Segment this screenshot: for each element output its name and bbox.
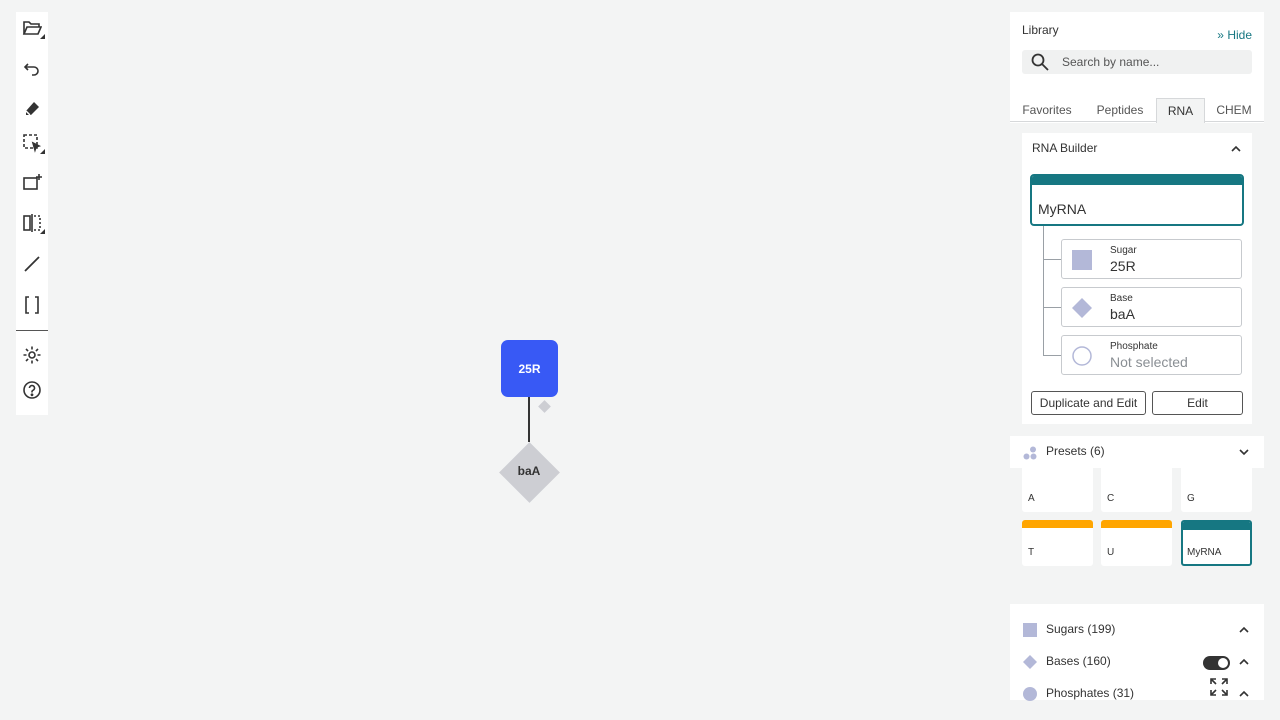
select-icon[interactable] xyxy=(16,127,48,159)
canvas-base-label: baA xyxy=(517,464,541,478)
preset-name: T xyxy=(1028,547,1035,558)
base-diamond-icon xyxy=(1023,655,1037,669)
tree-connector xyxy=(1043,355,1061,356)
base-slot[interactable]: Base baA xyxy=(1061,287,1242,327)
preset-name: C xyxy=(1107,493,1115,504)
chevron-down-icon xyxy=(1239,449,1249,456)
library-title: Library xyxy=(1022,23,1059,37)
layout-toggle[interactable] xyxy=(1203,656,1230,670)
preset-name: MyRNA xyxy=(1187,547,1222,558)
chevron-up-icon xyxy=(1239,626,1249,633)
chevron-up-icon xyxy=(1239,658,1249,665)
group-sugars[interactable]: Sugars (199) xyxy=(1010,614,1264,646)
phosphate-circle-icon xyxy=(1023,687,1037,701)
base-slot-label: Base xyxy=(1110,293,1133,304)
group-label: Phosphates (31) xyxy=(1046,686,1135,700)
rna-name-input[interactable] xyxy=(1038,201,1238,217)
toggle-knob xyxy=(1218,658,1228,668)
add-sequence-icon[interactable] xyxy=(16,167,48,199)
preset-card-myrna[interactable]: MyRNA xyxy=(1181,520,1252,566)
tab-peptides[interactable]: Peptides xyxy=(1086,98,1154,122)
chevron-up-icon xyxy=(1239,690,1249,697)
undo-icon[interactable] xyxy=(16,52,48,84)
edit-button[interactable]: Edit xyxy=(1152,391,1243,415)
rna-builder-title: RNA Builder xyxy=(1032,141,1098,155)
search-input[interactable] xyxy=(1062,50,1247,74)
canvas-sugar-monomer[interactable]: 25R xyxy=(501,340,558,397)
tree-connector xyxy=(1043,307,1061,308)
base-diamond-icon xyxy=(1072,298,1092,318)
rna-name-box xyxy=(1030,174,1244,226)
sugar-square-icon xyxy=(1072,250,1092,270)
double-chevron-right-icon: » xyxy=(1217,28,1224,42)
group-label: Bases (160) xyxy=(1046,654,1111,668)
library-panel: Library » Hide Favorites Peptides RNA CH… xyxy=(1010,12,1264,701)
phosphate-circle-icon xyxy=(1072,346,1092,366)
attachment-point-icon[interactable] xyxy=(538,400,551,413)
phosphate-slot-label: Phosphate xyxy=(1110,341,1158,352)
presets-icon xyxy=(1023,446,1037,460)
mirror-icon[interactable] xyxy=(16,207,48,239)
preset-strip xyxy=(1101,520,1172,528)
hide-library-button[interactable]: » Hide xyxy=(1217,28,1252,42)
preset-name: G xyxy=(1187,493,1195,504)
preset-name: U xyxy=(1107,547,1115,558)
sugar-square-icon xyxy=(1023,623,1037,637)
preset-card-t[interactable]: T xyxy=(1022,520,1093,566)
tab-chem[interactable]: CHEM xyxy=(1208,98,1260,122)
tree-connector xyxy=(1043,259,1061,260)
canvas-bond[interactable] xyxy=(528,397,530,442)
hide-label: Hide xyxy=(1227,28,1252,42)
sugar-slot-label: Sugar xyxy=(1110,245,1137,256)
tab-rna[interactable]: RNA xyxy=(1156,98,1205,123)
search-box xyxy=(1022,50,1252,74)
help-icon[interactable] xyxy=(16,374,48,406)
left-toolbar xyxy=(16,12,48,415)
preset-card-c[interactable]: C xyxy=(1101,466,1172,512)
toolbar-divider xyxy=(16,330,48,331)
presets-header[interactable]: Presets (6) xyxy=(1010,436,1264,468)
preset-card-a[interactable]: A xyxy=(1022,466,1093,512)
preset-strip xyxy=(1022,520,1093,528)
preset-card-g[interactable]: G xyxy=(1181,466,1252,512)
presets-title: Presets (6) xyxy=(1046,444,1105,458)
search-icon xyxy=(1031,53,1049,71)
sugar-slot-value: 25R xyxy=(1110,258,1136,274)
rna-builder: RNA Builder Sugar 25R Base baA xyxy=(1022,133,1252,424)
fullscreen-icon[interactable] xyxy=(1209,677,1229,697)
brackets-icon[interactable] xyxy=(16,289,48,321)
preset-strip xyxy=(1183,522,1250,530)
name-box-accent xyxy=(1032,176,1242,185)
bond-icon[interactable] xyxy=(16,248,48,280)
duplicate-and-edit-button[interactable]: Duplicate and Edit xyxy=(1031,391,1146,415)
library-tabs: Favorites Peptides RNA CHEM xyxy=(1010,98,1264,123)
settings-icon[interactable] xyxy=(16,339,48,371)
eraser-icon[interactable] xyxy=(16,93,48,125)
tab-favorites[interactable]: Favorites xyxy=(1010,98,1084,122)
rna-tab-content: RNA Builder Sugar 25R Base baA xyxy=(1010,123,1264,701)
open-file-icon[interactable] xyxy=(16,12,48,44)
phosphate-slot[interactable]: Phosphate Not selected xyxy=(1061,335,1242,375)
phosphate-slot-value: Not selected xyxy=(1110,354,1188,370)
chevron-up-icon[interactable] xyxy=(1230,143,1242,155)
preset-card-u[interactable]: U xyxy=(1101,520,1172,566)
tree-connector xyxy=(1043,226,1044,356)
base-slot-value: baA xyxy=(1110,306,1135,322)
group-label: Sugars (199) xyxy=(1046,622,1116,636)
preset-name: A xyxy=(1028,493,1035,504)
sugar-slot[interactable]: Sugar 25R xyxy=(1061,239,1242,279)
